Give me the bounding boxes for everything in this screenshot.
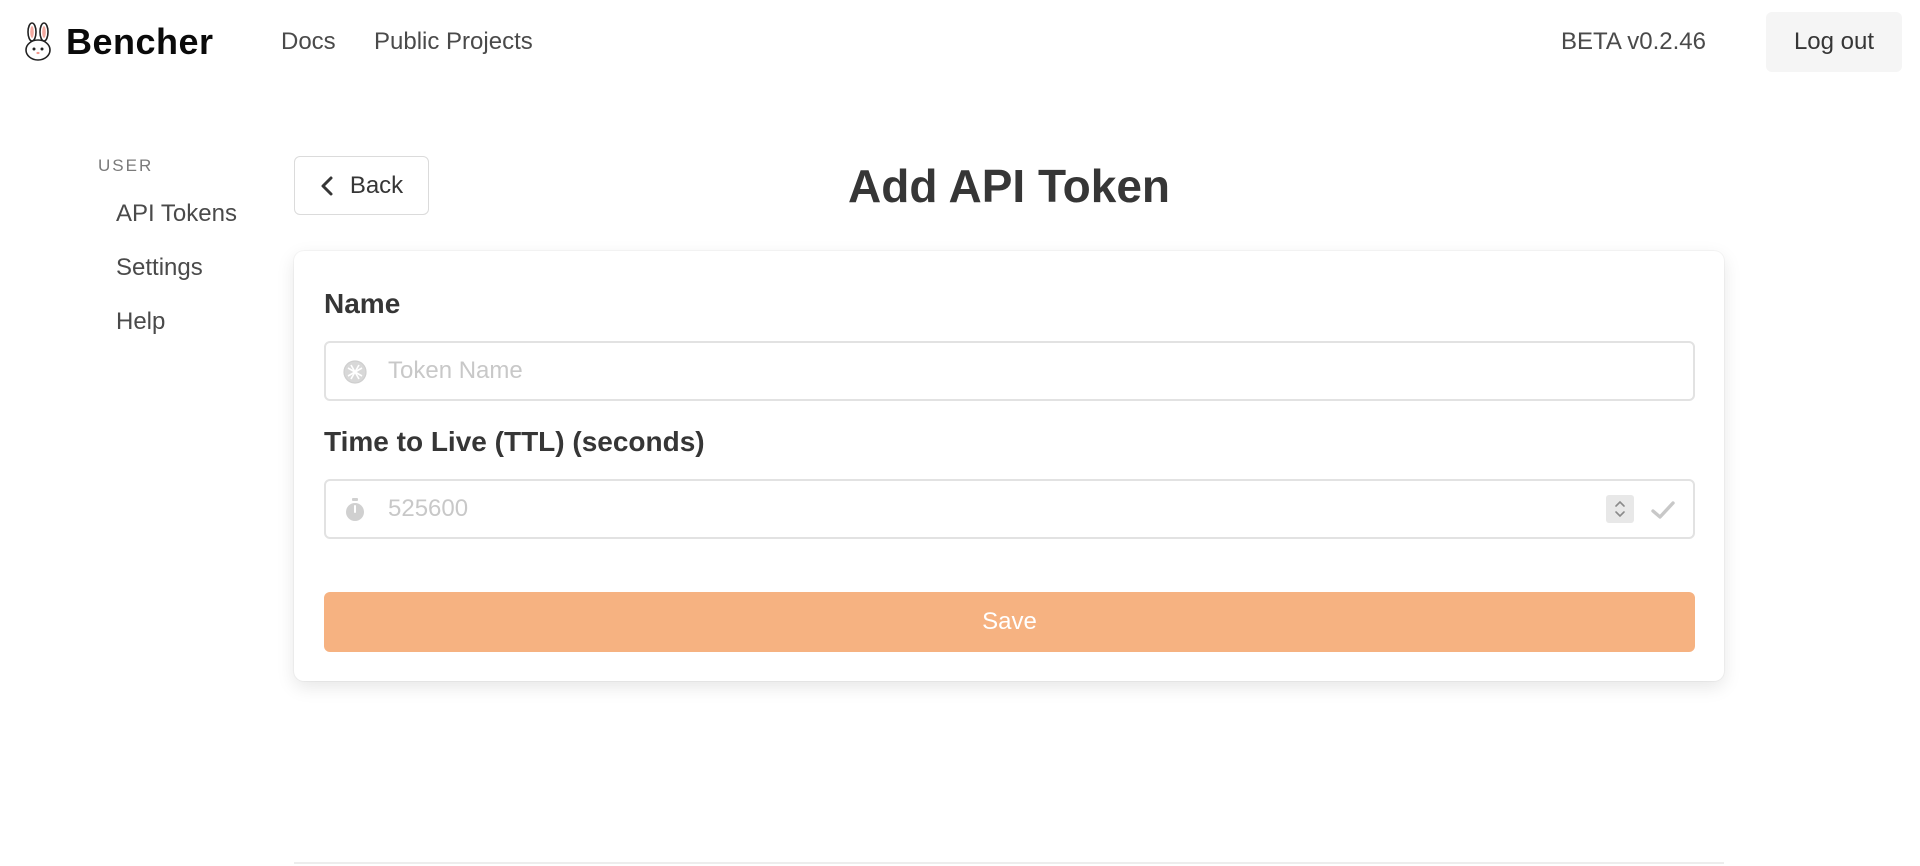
add-token-form-card: Name Time to Live (TTL) (seconds) Save [294,251,1724,681]
sidebar-item-api-tokens[interactable]: API Tokens [98,198,237,230]
sidebar-item-settings[interactable]: Settings [98,252,237,284]
ttl-field [324,479,1695,539]
nav-docs-link[interactable]: Docs [281,26,336,58]
nav-public-projects-link[interactable]: Public Projects [374,26,533,58]
stopwatch-icon [346,498,364,521]
name-field [324,341,1695,401]
version-badge: BETA v0.2.46 [1561,28,1706,55]
page-title: Add API Token [848,160,1170,212]
stepper-arrows-icon [1615,500,1625,518]
top-navbar: Bencher Docs Public Projects BETA v0.2.4… [0,0,1920,84]
brand-link[interactable]: Bencher [22,20,214,64]
ttl-input[interactable] [386,481,1616,537]
sidebar-section-label: USER [98,156,154,175]
rabbit-logo-icon [25,22,51,61]
chevron-left-icon [321,176,333,195]
token-icon [343,360,367,384]
back-button[interactable]: Back [294,156,429,215]
brand-name: Bencher [66,21,214,62]
token-name-input[interactable] [386,343,1616,399]
footer-divider [294,862,1724,864]
check-icon [1651,501,1675,519]
sidebar-item-help[interactable]: Help [98,306,237,338]
ttl-field-label: Time to Live (TTL) (seconds) [324,426,705,457]
name-field-label: Name [324,288,401,319]
back-button-label: Back [349,171,404,199]
ttl-stepper[interactable] [1606,495,1634,523]
sidebar-menu: USER API Tokens Settings Help [98,156,237,360]
save-button[interactable]: Save [324,592,1695,652]
logout-button[interactable]: Log out [1766,12,1902,72]
